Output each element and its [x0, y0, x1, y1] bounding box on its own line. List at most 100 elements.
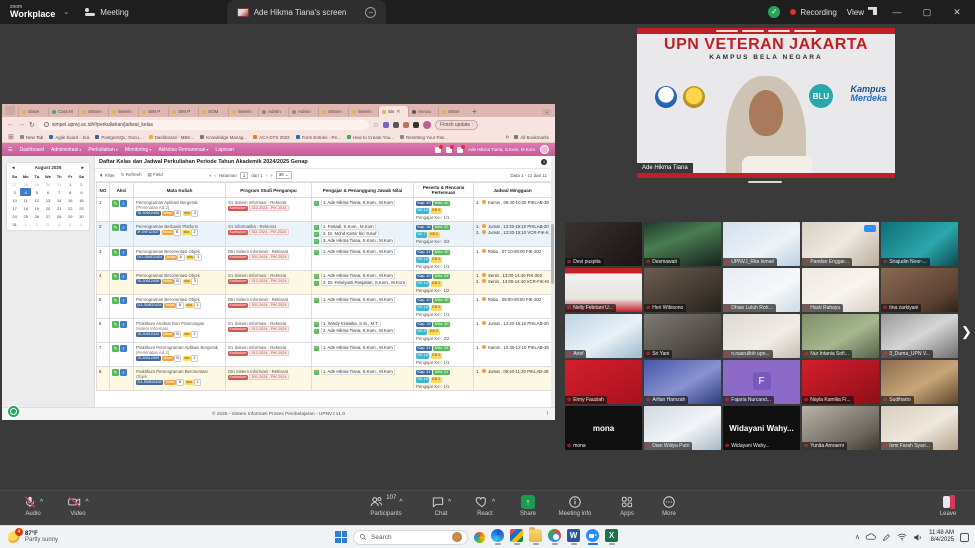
- calendar-day[interactable]: 7: [54, 188, 65, 196]
- participant-tile[interactable]: ⊘Desmawati: [644, 222, 721, 266]
- participants-options-chevron[interactable]: ^: [399, 499, 403, 505]
- detail-button[interactable]: ⌕: [120, 249, 127, 256]
- edit-button[interactable]: ✎: [112, 200, 119, 207]
- calendar-day[interactable]: 17: [9, 204, 20, 212]
- calendar-day[interactable]: 1: [20, 220, 31, 228]
- edit-button[interactable]: ✎: [112, 273, 119, 280]
- detail-button[interactable]: ⌕: [120, 345, 127, 352]
- calendar-day[interactable]: 4: [20, 188, 31, 196]
- participant-tile[interactable]: ⊘n.nasrulloh upn...: [723, 314, 800, 358]
- calendar-day[interactable]: 29: [31, 180, 42, 188]
- calendar-day[interactable]: 30: [42, 180, 53, 188]
- participant-tile[interactable]: ⊘Heri Wibisono: [644, 268, 721, 312]
- page-next-icon[interactable]: ›: [266, 173, 268, 178]
- detail-button[interactable]: ⌕: [120, 297, 127, 304]
- more-button[interactable]: More: [646, 494, 692, 517]
- all-bookmarks-button[interactable]: All Bookmarks: [514, 135, 549, 140]
- calendar-day[interactable]: 28: [20, 180, 31, 188]
- browser-tab[interactable]: Sistem: [108, 106, 138, 117]
- bookmark-item[interactable]: How to Create You...: [347, 135, 394, 140]
- participant-tile[interactable]: ⊘Devi puspita: [565, 222, 642, 266]
- chat-options-chevron[interactable]: ^: [448, 499, 452, 505]
- video-options-chevron[interactable]: ^: [85, 499, 89, 505]
- audio-button[interactable]: ^ Audio: [10, 494, 56, 517]
- taskbar-app-chrome[interactable]: [548, 529, 561, 545]
- weather-widget[interactable]: 4 87°F Partly sunny: [8, 531, 58, 544]
- finish-update-button[interactable]: Finish update :: [435, 120, 478, 130]
- calendar-day[interactable]: 2: [31, 220, 42, 228]
- participant-tile[interactable]: ⊘Sirajudin Noor-...: [881, 222, 958, 266]
- edit-button[interactable]: ✎: [112, 297, 119, 304]
- bookmark-item[interactable]: Knowledge Manag...: [200, 135, 247, 140]
- calendar-day[interactable]: 14: [54, 196, 65, 204]
- site-info-icon[interactable]: [44, 122, 49, 127]
- detail-button[interactable]: ⌕: [120, 200, 127, 207]
- participant-tile[interactable]: Widayani Wahy...⊘Widayani Wahy...: [723, 406, 800, 450]
- page-prev-icon[interactable]: ‹: [214, 173, 216, 178]
- apps-grid-icon[interactable]: ⊞: [8, 133, 14, 141]
- nav-item-monitoring[interactable]: Monitoring ▾: [125, 147, 151, 153]
- participant-tile[interactable]: ⊘Arfian Hamzah: [644, 360, 721, 404]
- calendar-day[interactable]: 27: [9, 180, 20, 188]
- browser-tab[interactable]: Sis✕: [378, 106, 408, 117]
- new-tab-button[interactable]: +: [472, 107, 477, 116]
- tab-meeting[interactable]: Meeting: [75, 0, 138, 24]
- apps-button[interactable]: Apps: [604, 494, 650, 517]
- minimize-button[interactable]: —: [887, 7, 907, 17]
- calendar-day[interactable]: 1: [65, 180, 76, 188]
- refresh-button[interactable]: ↻ Refresh: [121, 172, 142, 178]
- logged-in-user[interactable]: Ade Hikma Tiana, S.Kom, M.Kom: [468, 147, 535, 152]
- notification-bell-icon[interactable]: [435, 147, 441, 153]
- browser-tab[interactable]: SIM P: [168, 106, 198, 117]
- hamburger-icon[interactable]: ☰: [8, 147, 12, 153]
- next-page-chevron-icon[interactable]: ❯: [961, 324, 972, 340]
- tab-search-icon[interactable]: [5, 106, 15, 115]
- address-bar[interactable]: simpel.upnvj.ac.id/#/perkuliahan/jadwal_…: [39, 120, 369, 130]
- edit-button[interactable]: ✎: [112, 249, 119, 256]
- start-button[interactable]: [335, 531, 347, 543]
- nav-item-dashboard[interactable]: Dashboard: [19, 147, 43, 153]
- info-icon[interactable]: i: [541, 159, 547, 165]
- browser-tab[interactable]: Sistem: [318, 106, 348, 117]
- tab-close-icon[interactable]: −: [365, 7, 376, 18]
- browser-tab[interactable]: Admin: [258, 106, 288, 117]
- browser-tab[interactable]: SOM: [198, 106, 228, 117]
- chevron-down-icon[interactable]: ⌄: [63, 8, 69, 16]
- nav-item-perkuliahan[interactable]: Perkuliahan ▾: [88, 147, 118, 153]
- tab-shared-screen[interactable]: Ade Hikma Tiana's screen −: [227, 0, 387, 24]
- browser-tab[interactable]: Sistem: [228, 106, 258, 117]
- field-button[interactable]: ▤ Field: [148, 172, 163, 178]
- calendar-day[interactable]: 2: [76, 180, 87, 188]
- close-button[interactable]: ✕: [947, 7, 967, 18]
- taskbar-app-edge[interactable]: [491, 529, 504, 545]
- bookmark-item[interactable]: Resetting Your Pas...: [400, 135, 448, 140]
- extensions-puzzle-icon[interactable]: [413, 122, 419, 128]
- shared-screen[interactable]: SisterCara MSistemSistemSIM PSIM PSOMSis…: [2, 104, 555, 420]
- calendar-day[interactable]: 10: [9, 196, 20, 204]
- nav-item-laporan[interactable]: Laporan: [215, 147, 233, 153]
- calendar-day[interactable]: 6: [42, 188, 53, 196]
- browser-tab[interactable]: Cara M: [48, 106, 78, 117]
- calendar-day[interactable]: 20: [42, 204, 53, 212]
- calendar-day[interactable]: 31: [54, 180, 65, 188]
- detail-button[interactable]: ⌕: [120, 369, 127, 376]
- participant-tile[interactable]: F⊘Fajaria Nurcand...: [723, 360, 800, 404]
- tile-more-button[interactable]: ⋯: [864, 225, 876, 232]
- calendar-day[interactable]: 23: [76, 204, 87, 212]
- calendar-day[interactable]: 19: [31, 204, 42, 212]
- participant-tile[interactable]: ⊘Dian Widya Putri: [644, 406, 721, 450]
- calendar-day[interactable]: 22: [65, 204, 76, 212]
- video-resize-handle[interactable]: [748, 181, 782, 183]
- participant-tile[interactable]: ⊘Yunita Amraeni: [802, 406, 879, 450]
- calendar-day[interactable]: 6: [76, 220, 87, 228]
- user-request-icon[interactable]: [457, 147, 463, 153]
- calendar-day[interactable]: 24: [9, 212, 20, 220]
- calendar-day[interactable]: 9: [76, 188, 87, 196]
- edit-button[interactable]: ✎: [112, 321, 119, 328]
- maximize-button[interactable]: ▢: [917, 7, 937, 18]
- tabstrip-chevron-icon[interactable]: ⌄: [543, 109, 551, 115]
- calendar-day[interactable]: 27: [42, 212, 53, 220]
- view-button[interactable]: View: [847, 7, 877, 17]
- bookmark-item[interactable]: Agile board - Jira: [49, 135, 89, 140]
- message-icon[interactable]: [446, 147, 452, 153]
